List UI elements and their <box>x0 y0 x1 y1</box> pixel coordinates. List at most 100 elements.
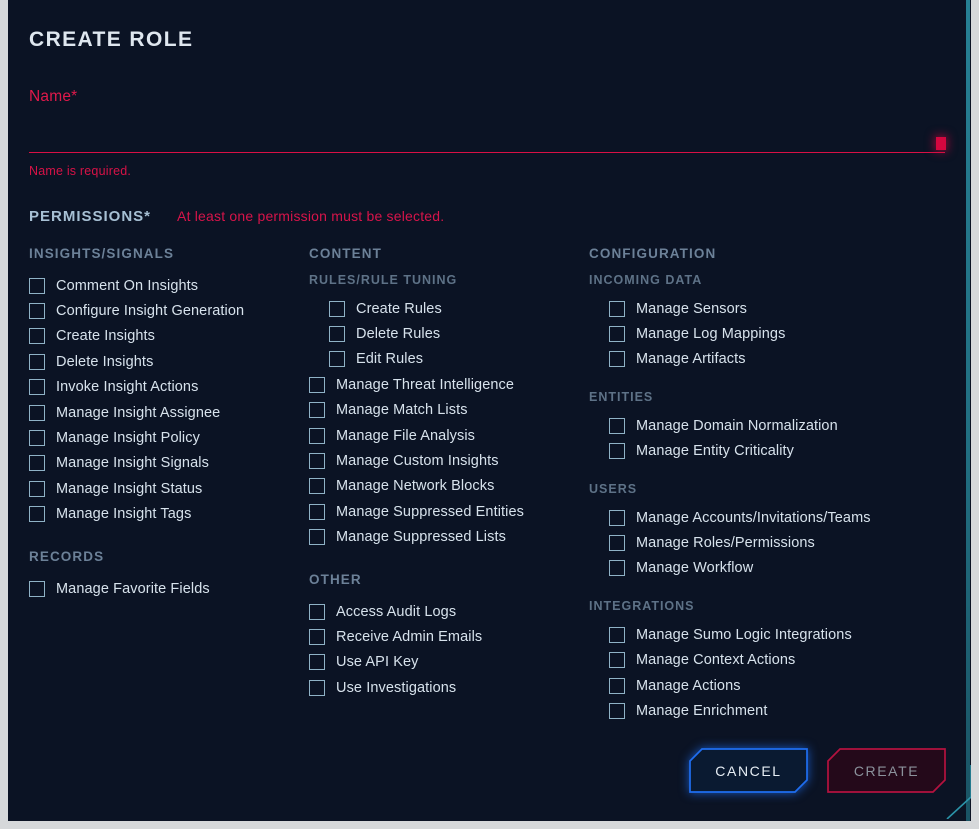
permission-row-manage-suppressed-entities[interactable]: Manage Suppressed Entities <box>309 499 589 524</box>
checkbox-receive-admin-emails[interactable] <box>309 628 325 645</box>
checkbox-comment-on-insights[interactable] <box>29 277 45 294</box>
permission-row-access-audit-logs[interactable]: Access Audit Logs <box>309 599 589 624</box>
permission-row-manage-workflow[interactable]: Manage Workflow <box>589 556 929 581</box>
permission-label: Configure Insight Generation <box>56 303 245 320</box>
checkbox-create-insights[interactable] <box>29 328 45 345</box>
checkbox-use-investigations[interactable] <box>309 679 325 696</box>
permission-label: Manage Sensors <box>636 300 748 317</box>
checkbox-manage-log-mappings[interactable] <box>609 326 625 343</box>
checkbox-manage-insight-status[interactable] <box>29 480 45 497</box>
permission-row-manage-roles-permissions[interactable]: Manage Roles/Permissions <box>589 530 929 555</box>
input-resize-handle[interactable] <box>936 137 946 150</box>
permission-row-create-insights[interactable]: Create Insights <box>29 324 309 349</box>
permission-label: Create Rules <box>356 300 442 317</box>
permission-row-manage-file-analysis[interactable]: Manage File Analysis <box>309 423 589 448</box>
permission-row-receive-admin-emails[interactable]: Receive Admin Emails <box>309 624 589 649</box>
checkbox-manage-suppressed-lists[interactable] <box>309 529 325 546</box>
permission-row-manage-insight-tags[interactable]: Manage Insight Tags <box>29 502 309 527</box>
permission-label: Manage File Analysis <box>336 427 476 444</box>
permission-row-manage-context-actions[interactable]: Manage Context Actions <box>589 648 929 673</box>
permission-row-manage-actions[interactable]: Manage Actions <box>589 673 929 698</box>
checkbox-manage-insight-tags[interactable] <box>29 506 45 523</box>
checkbox-manage-entity-criticality[interactable] <box>609 443 625 460</box>
checkbox-manage-domain-normalization[interactable] <box>609 417 625 434</box>
permission-row-manage-artifacts[interactable]: Manage Artifacts <box>589 347 929 372</box>
checkbox-manage-suppressed-entities[interactable] <box>309 503 325 520</box>
permission-row-manage-insight-signals[interactable]: Manage Insight Signals <box>29 451 309 476</box>
checkbox-manage-favorite-fields[interactable] <box>29 580 45 597</box>
permission-label: Manage Accounts/Invitations/Teams <box>636 509 871 526</box>
permission-label: Manage Log Mappings <box>636 326 786 343</box>
cancel-button[interactable]: CANCEL <box>689 748 808 793</box>
permission-row-manage-entity-criticality[interactable]: Manage Entity Criticality <box>589 439 929 464</box>
checkbox-delete-insights[interactable] <box>29 353 45 370</box>
permission-row-manage-log-mappings[interactable]: Manage Log Mappings <box>589 321 929 346</box>
checkbox-create-rules[interactable] <box>329 300 345 317</box>
checkbox-manage-workflow[interactable] <box>609 560 625 577</box>
permission-label: Manage Enrichment <box>636 702 768 719</box>
permission-row-manage-insight-policy[interactable]: Manage Insight Policy <box>29 425 309 450</box>
create-button[interactable]: CREATE <box>827 748 946 793</box>
permission-row-create-rules[interactable]: Create Rules <box>309 296 589 321</box>
permission-row-invoke-insight-actions[interactable]: Invoke Insight Actions <box>29 375 309 400</box>
checkbox-manage-roles-permissions[interactable] <box>609 535 625 552</box>
name-field-group: Name* Name is required. <box>29 88 946 178</box>
column-configuration: CONFIGURATION INCOMING DATA Manage Sensors… <box>589 246 929 724</box>
vertical-scrollbar[interactable] <box>966 0 970 821</box>
checkbox-manage-threat-intelligence[interactable] <box>309 376 325 393</box>
checkbox-use-api-key[interactable] <box>309 654 325 671</box>
permission-row-configure-insight-generation[interactable]: Configure Insight Generation <box>29 298 309 323</box>
permission-row-manage-insight-assignee[interactable]: Manage Insight Assignee <box>29 400 309 425</box>
checkbox-manage-sensors[interactable] <box>609 300 625 317</box>
name-label: Name* <box>29 88 78 105</box>
checkbox-manage-network-blocks[interactable] <box>309 478 325 495</box>
permission-row-manage-insight-status[interactable]: Manage Insight Status <box>29 476 309 501</box>
group-header-insights-signals: INSIGHTS/SIGNALS <box>29 246 175 261</box>
permission-row-comment-on-insights[interactable]: Comment On Insights <box>29 273 309 298</box>
permission-label: Manage Insight Assignee <box>56 404 221 421</box>
checkbox-invoke-insight-actions[interactable] <box>29 379 45 396</box>
permission-row-delete-insights[interactable]: Delete Insights <box>29 349 309 374</box>
checkbox-manage-context-actions[interactable] <box>609 652 625 669</box>
permission-label: Manage Insight Signals <box>56 455 209 472</box>
checkbox-delete-rules[interactable] <box>329 326 345 343</box>
permission-row-manage-sumo-logic-integrations[interactable]: Manage Sumo Logic Integrations <box>589 622 929 647</box>
permission-row-manage-domain-normalization[interactable]: Manage Domain Normalization <box>589 413 929 438</box>
cancel-button-label: CANCEL <box>715 762 782 779</box>
permission-row-manage-match-lists[interactable]: Manage Match Lists <box>309 398 589 423</box>
permission-row-edit-rules[interactable]: Edit Rules <box>309 347 589 372</box>
permissions-columns: INSIGHTS/SIGNALS Comment On Insights Confi… <box>29 246 945 724</box>
permission-row-manage-threat-intelligence[interactable]: Manage Threat Intelligence <box>309 372 589 397</box>
checkbox-manage-insight-policy[interactable] <box>29 430 45 447</box>
permission-row-use-api-key[interactable]: Use API Key <box>309 650 589 675</box>
permission-label: Invoke Insight Actions <box>56 379 199 396</box>
permission-row-manage-network-blocks[interactable]: Manage Network Blocks <box>309 474 589 499</box>
checkbox-manage-match-lists[interactable] <box>309 402 325 419</box>
checkbox-manage-enrichment[interactable] <box>609 702 625 719</box>
permission-row-manage-suppressed-lists[interactable]: Manage Suppressed Lists <box>309 525 589 550</box>
checkbox-configure-insight-generation[interactable] <box>29 303 45 320</box>
checkbox-manage-file-analysis[interactable] <box>309 427 325 444</box>
permission-row-manage-enrichment[interactable]: Manage Enrichment <box>589 698 929 723</box>
permissions-label: PERMISSIONS* <box>29 208 152 225</box>
sub-header-rules-rule-tuning: RULES/RULE TUNING <box>309 273 458 287</box>
checkbox-edit-rules[interactable] <box>329 351 345 368</box>
checkbox-manage-custom-insights[interactable] <box>309 453 325 470</box>
permission-row-manage-accounts-invitations-teams[interactable]: Manage Accounts/Invitations/Teams <box>589 505 929 530</box>
sub-header-integrations: INTEGRATIONS <box>589 599 695 614</box>
checkbox-manage-actions[interactable] <box>609 677 625 694</box>
checkbox-manage-artifacts[interactable] <box>609 351 625 368</box>
permission-label: Edit Rules <box>356 351 424 368</box>
name-input[interactable] <box>29 132 945 153</box>
checkbox-manage-insight-signals[interactable] <box>29 455 45 472</box>
checkbox-manage-insight-assignee[interactable] <box>29 404 45 421</box>
permission-row-manage-favorite-fields[interactable]: Manage Favorite Fields <box>29 576 309 601</box>
checkbox-manage-sumo-logic-integrations[interactable] <box>609 626 625 643</box>
checkbox-manage-accounts-invitations-teams[interactable] <box>609 509 625 526</box>
permission-row-manage-sensors[interactable]: Manage Sensors <box>589 296 929 321</box>
permission-row-delete-rules[interactable]: Delete Rules <box>309 321 589 346</box>
permission-row-use-investigations[interactable]: Use Investigations <box>309 675 589 700</box>
permission-row-manage-custom-insights[interactable]: Manage Custom Insights <box>309 448 589 473</box>
sub-header-entities: ENTITIES <box>589 390 654 405</box>
checkbox-access-audit-logs[interactable] <box>309 603 325 620</box>
